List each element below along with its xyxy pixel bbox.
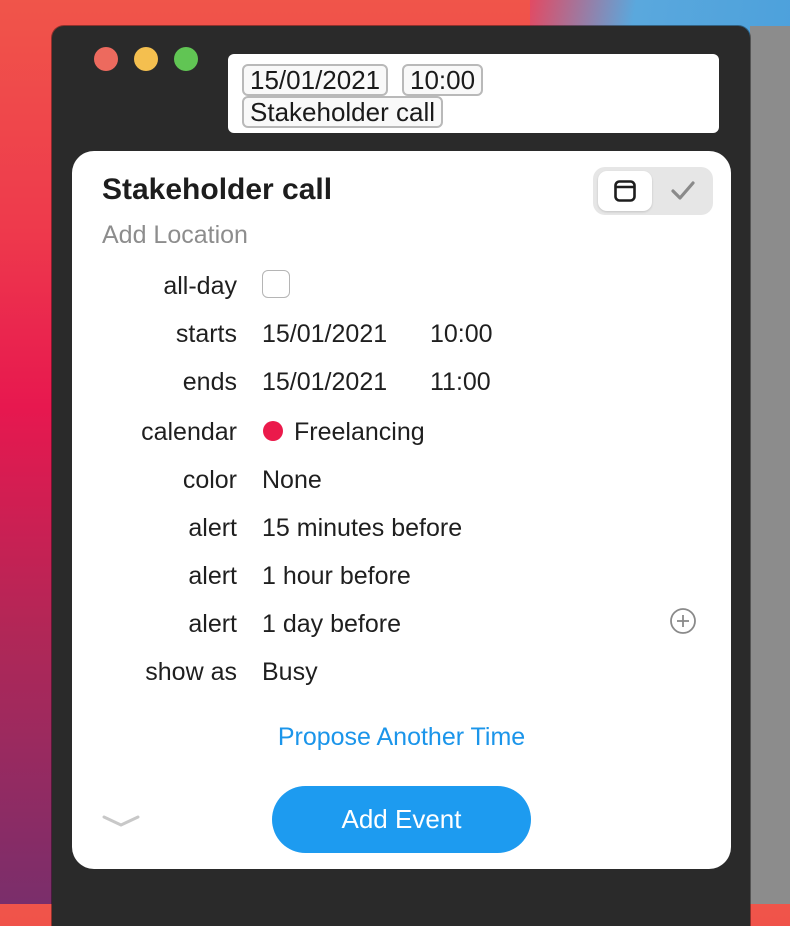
color-select[interactable]: None [262, 466, 322, 495]
alert-row: alert 1 day before [72, 608, 731, 650]
calendar-color-dot [263, 421, 283, 441]
calendar-row: calendar Freelancing [72, 418, 731, 458]
starts-label: starts [175, 320, 237, 348]
event-details-card: Stakeholder call Add Location all-day st… [72, 151, 731, 869]
calendar-label: calendar [141, 418, 237, 446]
alert-row: alert 15 minutes before [72, 514, 731, 554]
all-day-row: all-day [72, 270, 731, 312]
view-segmented-control [593, 167, 713, 215]
close-window-button[interactable] [94, 47, 118, 71]
alert-label: alert [188, 562, 237, 590]
calendar-select[interactable]: Freelancing [294, 418, 425, 447]
location-field[interactable]: Add Location [102, 221, 248, 250]
quick-entry-input[interactable]: 15/01/2021 10:00 Stakeholder call [228, 54, 719, 133]
ends-label: ends [182, 368, 237, 396]
zoom-window-button[interactable] [174, 47, 198, 71]
all-day-checkbox[interactable] [262, 270, 290, 298]
starts-date[interactable]: 15/01/2021 [262, 320, 387, 349]
show-as-row: show as Busy [72, 658, 731, 698]
starts-row: starts 15/01/2021 10:00 [72, 320, 731, 360]
ends-row: ends 15/01/2021 11:00 [72, 368, 731, 408]
show-as-select[interactable]: Busy [262, 658, 318, 687]
plus-circle-icon[interactable] [668, 606, 698, 636]
title-token[interactable]: Stakeholder call [242, 96, 443, 128]
background-window [750, 26, 790, 904]
all-day-label: all-day [163, 272, 237, 300]
ends-time[interactable]: 11:00 [430, 368, 491, 397]
segment-calendar[interactable] [598, 171, 652, 211]
alert-select[interactable]: 1 day before [262, 610, 401, 639]
show-as-label: show as [145, 658, 237, 686]
time-token[interactable]: 10:00 [402, 64, 484, 96]
color-label: color [182, 466, 237, 494]
event-title[interactable]: Stakeholder call [102, 173, 332, 207]
chevron-down-icon[interactable] [102, 813, 140, 829]
checkmark-icon [671, 181, 695, 200]
segment-reminder[interactable] [657, 171, 709, 211]
calendar-icon [614, 180, 636, 202]
date-token[interactable]: 15/01/2021 [242, 64, 389, 96]
alert-select[interactable]: 15 minutes before [262, 514, 462, 543]
alert-label: alert [188, 610, 237, 638]
starts-time[interactable]: 10:00 [430, 320, 493, 349]
color-row: color None [72, 466, 731, 506]
alert-select[interactable]: 1 hour before [262, 562, 411, 591]
minimize-window-button[interactable] [134, 47, 158, 71]
add-event-button[interactable]: Add Event [272, 786, 531, 853]
propose-another-time-link[interactable]: Propose Another Time [72, 723, 731, 752]
alert-row: alert 1 hour before [72, 562, 731, 602]
alert-label: alert [188, 514, 237, 542]
ends-date[interactable]: 15/01/2021 [262, 368, 387, 397]
